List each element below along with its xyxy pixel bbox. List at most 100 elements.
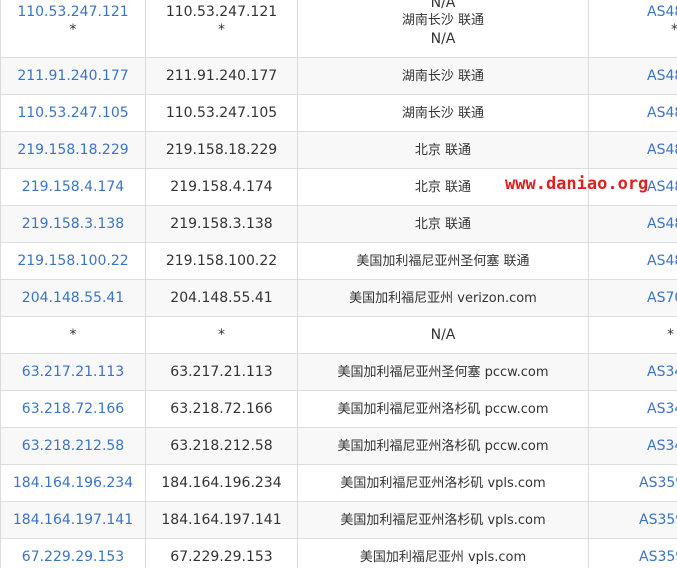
- as-link[interactable]: AS34: [593, 437, 677, 455]
- location-text: 美国加利福尼亚州圣何塞 联通: [356, 253, 530, 269]
- timeout-star: *: [69, 327, 77, 343]
- location-text: 北京 联通: [414, 216, 472, 232]
- hostname-cell: 67.229.29.153: [145, 538, 298, 568]
- hostname: 184.164.196.234: [161, 475, 282, 491]
- location-text: 湖南长沙 联通: [401, 13, 485, 28]
- ip-link[interactable]: 184.164.196.234: [13, 475, 133, 491]
- as-link[interactable]: AS359: [593, 548, 677, 566]
- location-cell: 湖南长沙 联通: [297, 57, 589, 95]
- table-row: 63.217.21.113 63.217.21.113 美国加利福尼亚州圣何塞 …: [0, 353, 677, 391]
- as-link[interactable]: AS48: [593, 141, 677, 159]
- timeout-star: *: [69, 22, 77, 38]
- as-cell: AS48: [588, 94, 677, 132]
- location-cell: 美国加利福尼亚州洛杉矶 pccw.com: [297, 390, 589, 428]
- ip-cell: 219.158.3.138: [0, 205, 146, 243]
- as-cell: AS48: [588, 242, 677, 280]
- table-row: 63.218.212.58 63.218.212.58 美国加利福尼亚州洛杉矶 …: [0, 427, 677, 465]
- location-na: N/A: [430, 31, 456, 47]
- hostname: 204.148.55.41: [170, 290, 273, 306]
- ip-cell: 63.218.212.58: [0, 427, 146, 465]
- location-text: 美国加利福尼亚州 verizon.com: [349, 290, 537, 306]
- location-text: 美国加利福尼亚州 vpls.com: [359, 549, 527, 565]
- hostname-cell: 110.53.247.105: [145, 94, 298, 132]
- as-link[interactable]: AS48: [593, 104, 677, 122]
- ip-cell: 219.158.18.229: [0, 131, 146, 169]
- location-text: 湖南长沙 联通: [401, 68, 485, 84]
- location-cell: N/A 湖南长沙 联通 N/A: [297, 0, 589, 58]
- as-cell: AS34: [588, 427, 677, 465]
- hostname-cell: 204.148.55.41: [145, 279, 298, 317]
- table-row: * * N/A *: [0, 316, 677, 354]
- ip-link[interactable]: 63.217.21.113: [22, 364, 124, 380]
- timeout-star: *: [218, 327, 225, 343]
- hostname-cell: 211.91.240.177: [145, 57, 298, 95]
- ip-link[interactable]: 63.218.72.166: [22, 401, 124, 417]
- ip-cell: 110.53.247.121 *: [0, 0, 146, 58]
- ip-cell: 110.53.247.105: [0, 94, 146, 132]
- hostname: 63.218.72.166: [170, 401, 273, 417]
- ip-cell: *: [0, 316, 146, 354]
- ip-cell: 63.218.72.166: [0, 390, 146, 428]
- ip-cell: 67.229.29.153: [0, 538, 146, 568]
- as-link[interactable]: AS34: [593, 400, 677, 418]
- ip-link[interactable]: 63.218.212.58: [22, 438, 124, 454]
- location-cell: 美国加利福尼亚州圣何塞 pccw.com: [297, 353, 589, 391]
- ip-cell: 219.158.4.174: [0, 168, 146, 206]
- as-link[interactable]: AS48: [593, 3, 677, 21]
- hostname-cell: 63.217.21.113: [145, 353, 298, 391]
- hostname-cell: 219.158.4.174: [145, 168, 298, 206]
- table-row: 219.158.100.22 219.158.100.22 美国加利福尼亚州圣何…: [0, 242, 677, 280]
- ip-cell: 204.148.55.41: [0, 279, 146, 317]
- as-cell: AS34: [588, 390, 677, 428]
- hostname-cell: 219.158.3.138: [145, 205, 298, 243]
- hostname: 211.91.240.177: [165, 68, 278, 84]
- location-cell: 美国加利福尼亚州圣何塞 联通: [297, 242, 589, 280]
- table-row: 184.164.197.141 184.164.197.141 美国加利福尼亚州…: [0, 501, 677, 539]
- table-row: 63.218.72.166 63.218.72.166 美国加利福尼亚州洛杉矶 …: [0, 390, 677, 428]
- ip-link[interactable]: 184.164.197.141: [13, 512, 133, 528]
- ip-link[interactable]: 204.148.55.41: [22, 290, 124, 306]
- ip-link[interactable]: 67.229.29.153: [22, 549, 124, 565]
- hostname-cell: *: [145, 316, 298, 354]
- location-cell: 美国加利福尼亚州 verizon.com: [297, 279, 589, 317]
- as-link[interactable]: AS34: [593, 363, 677, 381]
- location-cell: 美国加利福尼亚州 vpls.com: [297, 538, 589, 568]
- ip-link[interactable]: 110.53.247.121: [5, 3, 141, 21]
- hostname-cell: 110.53.247.121 *: [145, 0, 298, 58]
- ip-link[interactable]: 110.53.247.105: [17, 105, 128, 121]
- ip-cell: 184.164.196.234: [0, 464, 146, 502]
- hostname-cell: 63.218.212.58: [145, 427, 298, 465]
- ip-link[interactable]: 219.158.4.174: [22, 179, 124, 195]
- ip-link[interactable]: 219.158.3.138: [22, 216, 124, 232]
- hostname: 110.53.247.121: [165, 4, 278, 20]
- timeout-star: *: [667, 327, 674, 343]
- location-text: 湖南长沙 联通: [401, 105, 485, 121]
- hostname-cell: 184.164.197.141: [145, 501, 298, 539]
- ip-link[interactable]: 219.158.18.229: [17, 142, 128, 158]
- as-cell: AS359: [588, 538, 677, 568]
- as-link[interactable]: AS48: [593, 67, 677, 85]
- traceroute-viewport: 110.53.247.121 * 110.53.247.121 * N/A 湖南…: [0, 0, 677, 568]
- ip-cell: 184.164.197.141: [0, 501, 146, 539]
- timeout-star: *: [593, 21, 677, 39]
- location-cell: 美国加利福尼亚州洛杉矶 pccw.com: [297, 427, 589, 465]
- hostname-cell: 219.158.18.229: [145, 131, 298, 169]
- as-link[interactable]: AS48: [593, 215, 677, 233]
- ip-link[interactable]: 211.91.240.177: [17, 68, 128, 84]
- as-cell: AS359: [588, 464, 677, 502]
- location-text: 美国加利福尼亚州洛杉矶 vpls.com: [340, 512, 546, 528]
- as-link[interactable]: AS359: [593, 474, 677, 492]
- as-cell: AS48 *: [588, 0, 677, 58]
- location-text: 美国加利福尼亚州圣何塞 pccw.com: [337, 364, 549, 380]
- ip-link[interactable]: 219.158.100.22: [17, 253, 128, 269]
- as-link[interactable]: AS359: [593, 511, 677, 529]
- table-row: 110.53.247.121 * 110.53.247.121 * N/A 湖南…: [0, 0, 677, 58]
- site-watermark: www.daniao.org: [505, 174, 649, 194]
- as-link[interactable]: AS70: [593, 289, 677, 307]
- as-link[interactable]: AS48: [593, 252, 677, 270]
- hostname: 219.158.100.22: [165, 253, 278, 269]
- ip-cell: 211.91.240.177: [0, 57, 146, 95]
- location-cell: 美国加利福尼亚州洛杉矶 vpls.com: [297, 501, 589, 539]
- hostname: 63.217.21.113: [170, 364, 273, 380]
- location-text: 美国加利福尼亚州洛杉矶 vpls.com: [340, 475, 546, 491]
